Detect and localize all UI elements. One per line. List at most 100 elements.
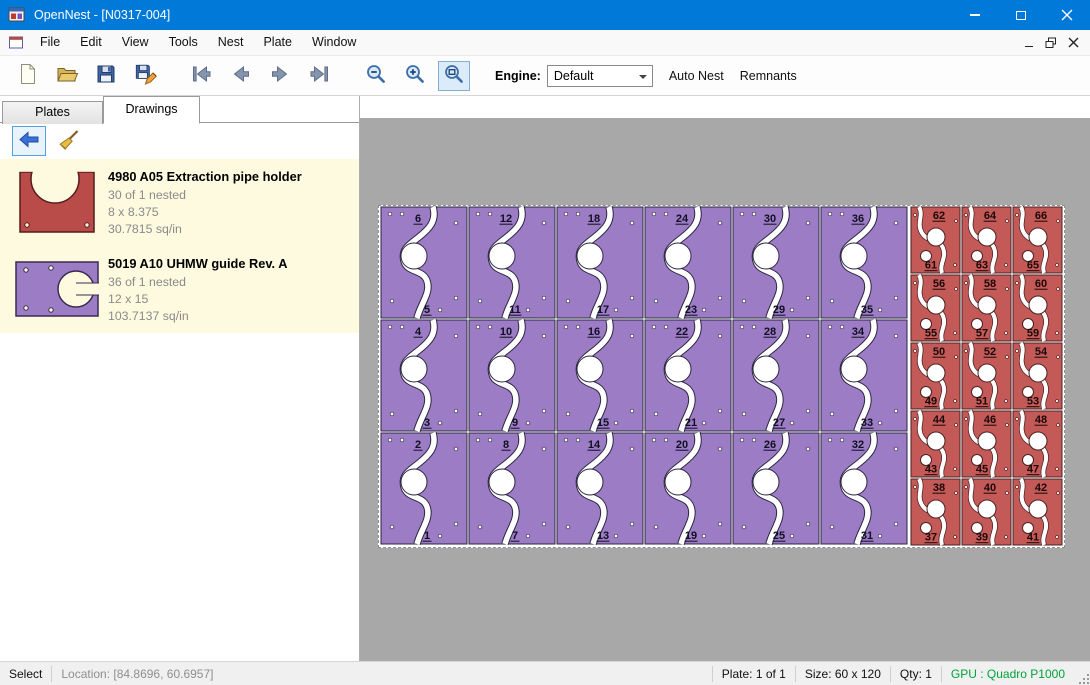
svg-text:60: 60 — [1035, 278, 1047, 290]
svg-text:16: 16 — [588, 326, 600, 338]
svg-text:43: 43 — [925, 464, 937, 476]
svg-text:9: 9 — [512, 417, 518, 429]
svg-text:4: 4 — [415, 326, 422, 338]
nav-next-button[interactable] — [264, 61, 296, 91]
save-button[interactable] — [90, 61, 122, 91]
tab-plates[interactable]: Plates — [2, 101, 103, 124]
main-toolbar: Engine: Default Auto Nest Remnants — [0, 56, 1090, 96]
svg-text:51: 51 — [976, 396, 988, 408]
chevron-down-icon — [639, 75, 647, 79]
status-gpu: GPU : Quadro P1000 — [942, 667, 1074, 681]
menu-edit[interactable]: Edit — [70, 35, 112, 49]
drawing-nested-count: 36 of 1 nested — [108, 274, 353, 291]
zoom-fit-button[interactable] — [438, 61, 470, 91]
svg-text:46: 46 — [984, 414, 996, 426]
red-part-pair: 4443 — [911, 411, 960, 477]
open-button[interactable] — [51, 61, 83, 91]
purple-part-pair: 65 — [381, 207, 467, 318]
minimize-button[interactable] — [952, 0, 998, 30]
drawing-item[interactable]: 4980 A05 Extraction pipe holder 30 of 1 … — [0, 159, 359, 246]
nav-last-button[interactable] — [303, 61, 335, 91]
svg-text:64: 64 — [984, 210, 997, 222]
auto-nest-button[interactable]: Auto Nest — [669, 69, 724, 83]
zoom-in-button[interactable] — [399, 61, 431, 91]
svg-text:34: 34 — [852, 326, 865, 338]
drawing-item[interactable]: 5019 A10 UHMW guide Rev. A 36 of 1 neste… — [0, 246, 359, 333]
svg-text:20: 20 — [676, 439, 688, 451]
zoom-in-icon — [403, 62, 427, 89]
menu-bar: FileEditViewToolsNestPlateWindow — [0, 30, 1090, 56]
remnants-button[interactable]: Remnants — [740, 69, 797, 83]
open-icon — [55, 62, 79, 89]
resize-grip[interactable] — [1074, 662, 1090, 685]
purple-part-pair: 109 — [469, 320, 555, 431]
back-button[interactable] — [12, 126, 46, 156]
status-bar: Select Location: [84.8696, 60.6957] Plat… — [0, 661, 1090, 685]
svg-text:23: 23 — [685, 304, 697, 316]
engine-value: Default — [548, 69, 594, 83]
mdi-restore-button[interactable] — [1040, 33, 1062, 53]
svg-text:50: 50 — [933, 346, 945, 358]
plate[interactable]: 6512111817242330293635431091615222128273… — [378, 205, 1065, 548]
broom-icon — [57, 128, 81, 155]
red-part-pair: 5049 — [911, 343, 960, 409]
menu-window[interactable]: Window — [302, 35, 366, 49]
purple-part-pair: 2221 — [645, 320, 731, 431]
svg-text:55: 55 — [925, 328, 937, 340]
drawing-size: 12 x 15 — [108, 291, 353, 308]
svg-text:40: 40 — [984, 482, 996, 494]
nav-prev-button[interactable] — [225, 61, 257, 91]
new-button[interactable] — [12, 61, 44, 91]
nest-plate[interactable]: 6512111817242330293635431091615222128273… — [379, 206, 1064, 547]
menu-view[interactable]: View — [112, 35, 159, 49]
mdi-window-controls — [1018, 33, 1090, 53]
purple-part-pair: 1817 — [557, 207, 643, 318]
new-icon — [16, 62, 40, 89]
svg-text:57: 57 — [976, 328, 988, 340]
status-qty: Qty: 1 — [891, 667, 941, 681]
zoom-fit-icon — [442, 62, 466, 89]
mdi-close-button[interactable] — [1062, 33, 1084, 53]
purple-part-pair: 3029 — [733, 207, 819, 318]
tab-drawings[interactable]: Drawings — [103, 96, 200, 124]
purple-part-pair: 87 — [469, 433, 555, 544]
svg-text:59: 59 — [1027, 328, 1039, 340]
menu-file[interactable]: File — [30, 35, 70, 49]
purple-part-pair: 43 — [381, 320, 467, 431]
save-as-button[interactable] — [129, 61, 161, 91]
zoom-out-button[interactable] — [360, 61, 392, 91]
svg-text:61: 61 — [925, 260, 937, 272]
svg-text:32: 32 — [852, 439, 864, 451]
maximize-icon — [1016, 11, 1026, 20]
nav-first-button[interactable] — [186, 61, 218, 91]
nav-first-icon — [190, 62, 214, 89]
mdi-minimize-button[interactable] — [1018, 33, 1040, 53]
canvas-top-strip — [360, 96, 1090, 118]
purple-part-pair: 21 — [381, 433, 467, 544]
engine-dropdown[interactable]: Default — [547, 65, 653, 87]
svg-text:41: 41 — [1027, 532, 1039, 544]
broom-button[interactable] — [52, 126, 86, 156]
menu-plate[interactable]: Plate — [253, 35, 302, 49]
nest-canvas[interactable]: 6512111817242330293635431091615222128273… — [360, 96, 1090, 661]
red-part-pair: 4847 — [1013, 411, 1062, 477]
red-part-pair: 3837 — [911, 479, 960, 545]
window-title: OpenNest - [N0317-004] — [34, 8, 170, 22]
mdi-close-icon — [1068, 37, 1079, 48]
svg-text:47: 47 — [1027, 464, 1039, 476]
purple-part-pair: 1413 — [557, 433, 643, 544]
status-plate: Plate: 1 of 1 — [713, 667, 795, 681]
red-part-pair: 5655 — [911, 275, 960, 341]
svg-text:6: 6 — [415, 213, 421, 225]
menu-tools[interactable]: Tools — [159, 35, 208, 49]
menu-nest[interactable]: Nest — [208, 35, 254, 49]
svg-text:22: 22 — [676, 326, 688, 338]
svg-text:17: 17 — [597, 304, 609, 316]
close-button[interactable] — [1044, 0, 1090, 30]
purple-part-pair: 2423 — [645, 207, 731, 318]
red-part-pair: 6463 — [962, 207, 1011, 273]
maximize-button[interactable] — [998, 0, 1044, 30]
svg-text:5: 5 — [424, 304, 430, 316]
drawing-area: 30.7815 sq/in — [108, 221, 353, 238]
svg-text:18: 18 — [588, 213, 600, 225]
